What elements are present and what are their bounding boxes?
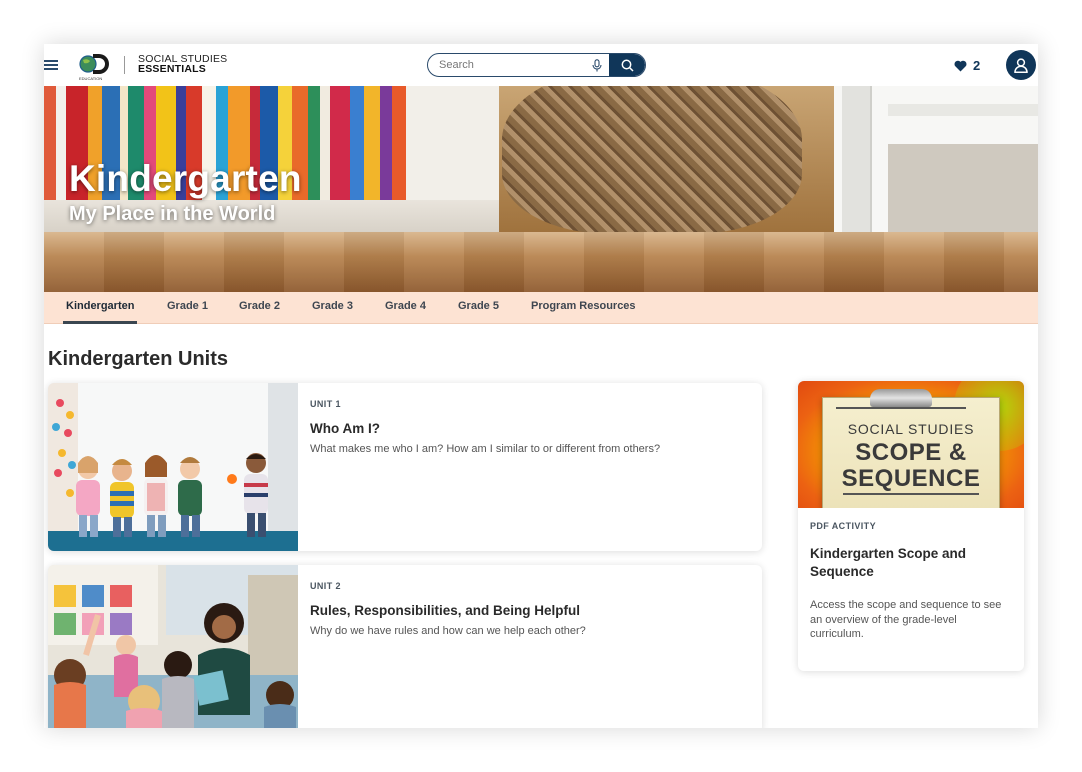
discovery-education-logo[interactable]: EDUCATION: [78, 51, 112, 81]
user-icon: [1014, 57, 1028, 73]
resource-label: PDF ACTIVITY: [810, 521, 876, 531]
tab-grade-4[interactable]: Grade 4: [385, 292, 426, 324]
unit-1-label: UNIT 1: [310, 399, 341, 409]
favorites-count: 2: [973, 58, 981, 73]
resource-description: Access the scope and sequence to see an …: [810, 599, 1002, 640]
search-input[interactable]: [439, 57, 589, 73]
unit-1-title[interactable]: Who Am I?: [310, 421, 380, 436]
page-frame: EDUCATION SOCIAL STUDIES ESSENTIALS Sear…: [44, 44, 1038, 728]
search-button[interactable]: [609, 54, 645, 76]
tab-grade-1[interactable]: Grade 1: [167, 292, 208, 324]
tab-grade-5[interactable]: Grade 5: [458, 292, 499, 324]
search-bar: [427, 53, 646, 77]
section-title: Kindergarten Units: [48, 348, 229, 370]
tab-grade-2[interactable]: Grade 2: [239, 292, 280, 324]
scope-sequence-card[interactable]: SOCIAL STUDIES SCOPE & SEQUENCE PDF ACTI…: [798, 381, 1024, 671]
hamburger-icon[interactable]: [44, 60, 58, 70]
unit-card-1[interactable]: UNIT 1 Who Am I? What makes me who I am?…: [48, 383, 762, 551]
furniture-graphic: [834, 86, 1038, 242]
unit-2-description: Why do we have rules and how can we help…: [310, 625, 586, 637]
grade-tabs: Kindergarten Grade 1 Grade 2 Grade 3 Gra…: [44, 292, 1038, 324]
unit-2-title[interactable]: Rules, Responsibilities, and Being Helpf…: [310, 603, 580, 618]
tab-kindergarten[interactable]: Kindergarten: [62, 292, 138, 324]
basket-graphic: [502, 86, 802, 234]
favorites-button[interactable]: 2: [954, 58, 980, 73]
logo-divider: [124, 56, 125, 74]
microphone-icon[interactable]: [591, 59, 603, 72]
hero-title: Kindergarten: [69, 158, 302, 199]
image-text-line-2: SCOPE &: [855, 439, 967, 466]
image-text-line-3: SEQUENCE: [841, 465, 981, 492]
brand-bottom: ESSENTIALS: [138, 63, 206, 75]
unit-2-image: [48, 565, 298, 728]
brand-name[interactable]: SOCIAL STUDIES ESSENTIALS: [138, 54, 227, 75]
scope-sequence-image: SOCIAL STUDIES SCOPE & SEQUENCE: [798, 381, 1024, 508]
hero-banner: Kindergarten My Place in the World: [44, 86, 1038, 292]
resource-title[interactable]: Kindergarten Scope and Sequence: [810, 545, 1010, 581]
heart-icon: [954, 60, 967, 71]
clip-graphic: [870, 389, 932, 407]
floor-graphic: [44, 232, 1038, 292]
hero-subtitle: My Place in the World: [69, 203, 276, 225]
logo-caption: EDUCATION: [79, 76, 102, 81]
account-button[interactable]: [1006, 50, 1036, 80]
image-text-line-1: SOCIAL STUDIES: [847, 421, 975, 437]
tab-program-resources[interactable]: Program Resources: [531, 292, 636, 324]
tab-grade-3[interactable]: Grade 3: [312, 292, 353, 324]
unit-1-image: [48, 383, 298, 551]
search-icon: [621, 59, 634, 72]
top-header: EDUCATION SOCIAL STUDIES ESSENTIALS Sear…: [44, 44, 1038, 86]
unit-1-description: What makes me who I am? How am I similar…: [310, 443, 661, 455]
unit-2-label: UNIT 2: [310, 581, 341, 591]
unit-card-2[interactable]: UNIT 2 Rules, Responsibilities, and Bein…: [48, 565, 762, 728]
